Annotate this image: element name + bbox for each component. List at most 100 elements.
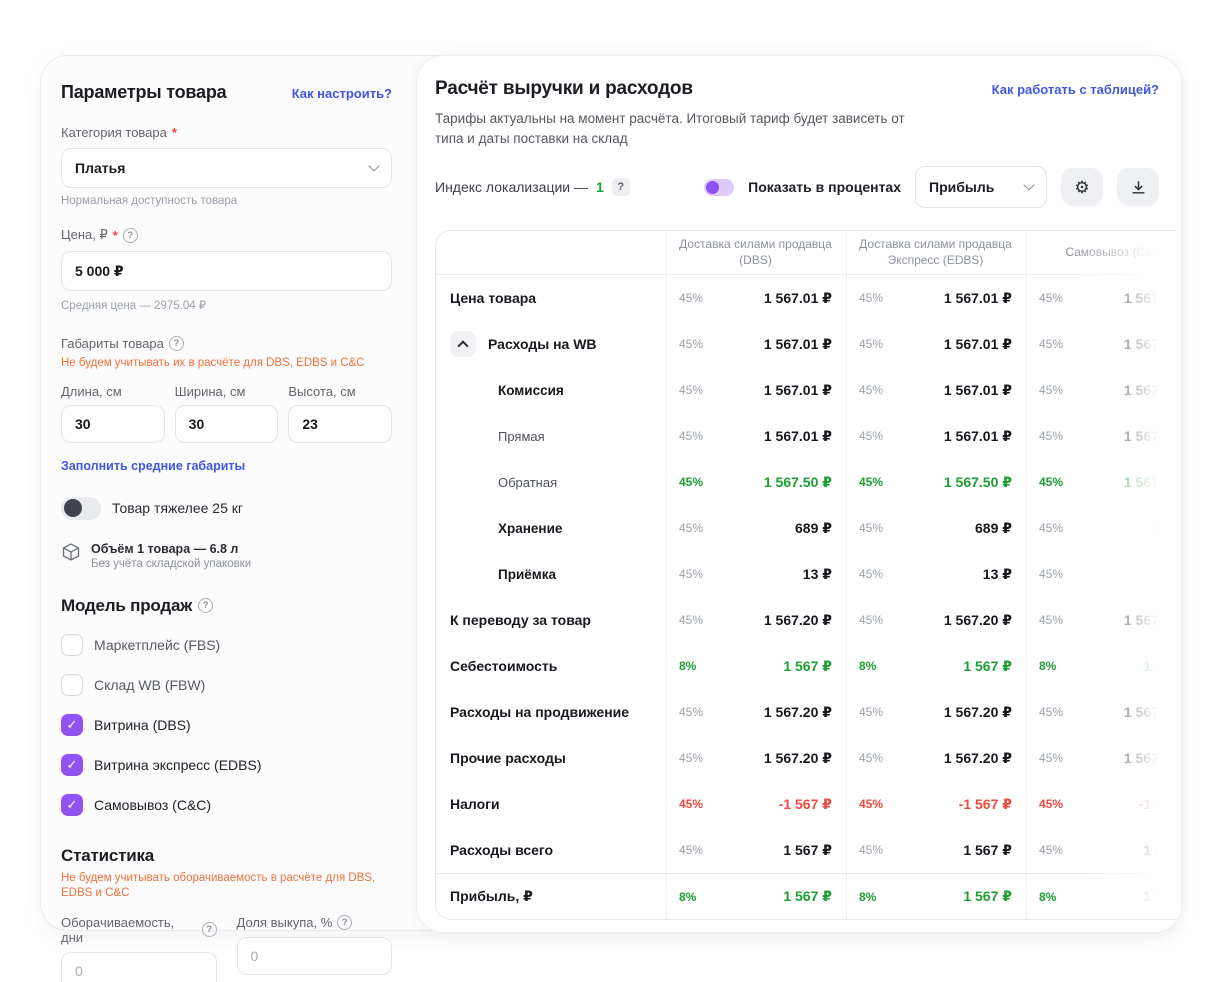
row-label-cell: Цена товара xyxy=(436,275,666,321)
value-cell: 45%13 ₽ xyxy=(666,551,846,597)
price-input[interactable] xyxy=(61,251,392,291)
sales-option-4[interactable]: ✓Самовывоз (C&C) xyxy=(61,794,392,816)
sales-option-label: Склад WB (FBW) xyxy=(94,677,205,693)
sales-option-2[interactable]: ✓Витрина (DBS) xyxy=(61,714,392,736)
cell-percent: 8% xyxy=(1039,659,1056,673)
checkbox-checked[interactable]: ✓ xyxy=(61,754,83,776)
length-input[interactable] xyxy=(61,405,165,443)
row-label-cell: Себестоимость xyxy=(436,643,666,689)
dimensions-label: Габариты товара ? xyxy=(61,336,392,351)
buyout-info-icon[interactable]: ? xyxy=(337,915,352,930)
turnover-input[interactable] xyxy=(61,952,217,982)
table-settings-button[interactable]: ⚙ xyxy=(1061,168,1103,206)
table-row-7: К переводу за товар45%1 567.20 ₽45%1 567… xyxy=(436,597,1177,643)
cell-percent: 8% xyxy=(1039,890,1056,904)
height-input[interactable] xyxy=(288,405,392,443)
column-header-0: Доставка силами продавца (DBS) xyxy=(666,231,846,274)
row-label-cell: Прямая xyxy=(436,413,666,459)
table-row-2: Комиссия45%1 567.01 ₽45%1 567.01 ₽45%1 5… xyxy=(436,367,1177,413)
row-label-cell: Налоги xyxy=(436,781,666,827)
cell-value: 1 567.01 ₽ xyxy=(764,428,832,445)
row-label: Расходы на продвижение xyxy=(450,704,629,720)
row-label-cell: Комиссия xyxy=(436,367,666,413)
cell-percent: 45% xyxy=(1039,751,1063,765)
dimensions-info-icon[interactable]: ? xyxy=(169,336,184,351)
cell-value: 1 567 ₽ xyxy=(783,842,832,859)
calc-table: Доставка силами продавца (DBS) Доставка с… xyxy=(436,231,1177,919)
fill-average-dimensions-link[interactable]: Заполнить средние габариты xyxy=(61,459,245,473)
heavy-item-toggle[interactable] xyxy=(61,497,101,520)
collapse-row-button[interactable] xyxy=(450,331,476,357)
checkbox-unchecked[interactable] xyxy=(61,634,83,656)
value-cell: 45%-1 567 ₽ xyxy=(846,781,1026,827)
localization-index-value: 1 xyxy=(596,179,604,195)
cell-value: 1 567 ₽ xyxy=(1143,658,1177,675)
show-percent-toggle[interactable] xyxy=(704,179,734,196)
how-to-configure-link[interactable]: Как настроить? xyxy=(292,86,392,101)
cell-percent: 45% xyxy=(859,291,883,305)
cell-percent: 45% xyxy=(859,521,883,535)
value-cell: 45%-1 567 ₽ xyxy=(666,781,846,827)
value-cell: 45%1 567.01 ₽ xyxy=(846,275,1026,321)
row-label: Хранение xyxy=(498,521,562,536)
table-row-6: Приёмка45%13 ₽45%13 ₽45%13 ₽ xyxy=(436,551,1177,597)
cell-value: 1 567 ₽ xyxy=(783,888,832,905)
dimensions-fields: Длина, см Ширина, см Высота, см xyxy=(61,384,392,443)
value-cell: 45%1 567.01 ₽ xyxy=(666,413,846,459)
category-select[interactable]: Платья xyxy=(61,148,392,188)
cell-value: 689 ₽ xyxy=(1155,520,1177,537)
toggle-knob xyxy=(706,181,719,194)
heavy-item-toggle-label: Товар тяжелее 25 кг xyxy=(112,500,243,516)
cell-value: 1 567 ₽ xyxy=(1143,842,1177,859)
sales-model-info-icon[interactable]: ? xyxy=(198,598,213,613)
cell-value: 13 ₽ xyxy=(983,566,1012,583)
checkbox-checked[interactable]: ✓ xyxy=(61,794,83,816)
metric-select-value: Прибыль xyxy=(929,179,994,195)
width-input[interactable] xyxy=(175,405,279,443)
localization-hint-badge[interactable]: ? xyxy=(612,178,630,196)
show-percent-label: Показать в процентах xyxy=(748,179,901,195)
value-cell: 45%1 567.01 ₽ xyxy=(666,321,846,367)
cell-percent: 45% xyxy=(859,475,883,489)
cell-value: -1 567 ₽ xyxy=(1139,796,1177,813)
sales-option-3[interactable]: ✓Витрина экспресс (EDBS) xyxy=(61,754,392,776)
sales-option-1[interactable]: Склад WB (FBW) xyxy=(61,674,392,696)
row-label: Прямая xyxy=(498,429,545,444)
buyout-share-input[interactable] xyxy=(237,937,393,975)
cell-percent: 45% xyxy=(859,337,883,351)
cell-value: 1 567.01 ₽ xyxy=(1124,382,1177,399)
column-header-label: Доставка силами продавца (DBS) xyxy=(679,237,832,268)
row-label: Обратная xyxy=(498,475,557,490)
value-cell: 45% 1 567.20 ₽ xyxy=(666,689,846,735)
width-label: Ширина, см xyxy=(175,384,279,399)
cell-percent: 45% xyxy=(1039,567,1063,581)
column-header-1: Доставка силами продавца Экспресс (EDBS) xyxy=(846,231,1026,274)
cell-percent: 45% xyxy=(859,751,883,765)
cell-value: 1 567.20 ₽ xyxy=(1124,704,1177,721)
value-cell: 45%1 567.50 ₽ xyxy=(666,459,846,505)
cell-value: 1 567.20 ₽ xyxy=(764,704,832,721)
download-button[interactable] xyxy=(1117,168,1159,206)
checkbox-unchecked[interactable] xyxy=(61,674,83,696)
sales-option-0[interactable]: Маркетплейс (FBS) xyxy=(61,634,392,656)
cell-percent: 45% xyxy=(679,705,703,719)
buyout-share-label: Доля выкупа, % ? xyxy=(237,915,393,930)
row-label-cell: Расходы на WB xyxy=(436,321,666,367)
row-label: К переводу за товар xyxy=(450,612,591,628)
table-controls: Индекс локализации — 1 ? Показать в проц… xyxy=(435,166,1181,208)
value-cell: 45%1 567.01 ₽ xyxy=(666,275,846,321)
cell-percent: 45% xyxy=(1039,475,1063,489)
table-help-link[interactable]: Как работать с таблицей? xyxy=(992,82,1159,97)
cell-value: 1 567.20 ₽ xyxy=(944,750,1012,767)
value-cell: 45% 1 567.20 ₽ xyxy=(1026,689,1177,735)
cell-percent: 45% xyxy=(1039,705,1063,719)
statistics-fields: Оборачиваемость, дни ? Доля выкупа, % ? xyxy=(61,915,392,982)
download-icon xyxy=(1130,179,1147,196)
checkbox-checked[interactable]: ✓ xyxy=(61,714,83,736)
cell-percent: 45% xyxy=(859,843,883,857)
cell-percent: 45% xyxy=(679,567,703,581)
price-label: Цена, ₽* ? xyxy=(61,227,392,243)
metric-select[interactable]: Прибыль xyxy=(915,166,1047,208)
price-info-icon[interactable]: ? xyxy=(123,228,138,243)
turnover-info-icon[interactable]: ? xyxy=(202,922,217,937)
